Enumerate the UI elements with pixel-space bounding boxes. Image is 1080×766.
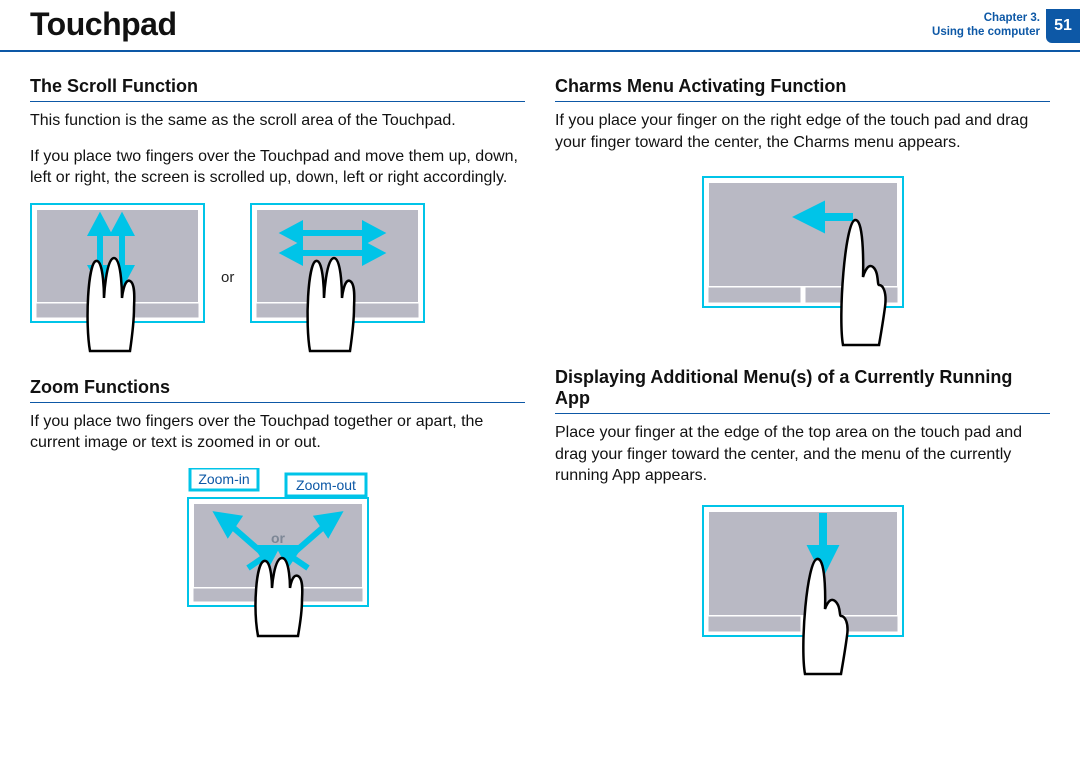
svg-text:or: or xyxy=(271,530,286,546)
touchpad-scroll-horizontal-icon xyxy=(250,203,425,353)
content-columns: The Scroll Function This function is the… xyxy=(0,52,1080,676)
charms-heading: Charms Menu Activating Function xyxy=(555,76,1050,102)
touchpad-charms-icon xyxy=(693,167,913,347)
page-title: Touchpad xyxy=(30,6,177,43)
zoom-paragraph-1: If you place two fingers over the Touchp… xyxy=(30,411,525,454)
chapter-line-2: Using the computer xyxy=(932,26,1040,38)
zoom-figure: or Zoom-in Zoom-out xyxy=(30,468,525,638)
zoom-heading: Zoom Functions xyxy=(30,377,525,403)
page-number-badge: 51 xyxy=(1046,9,1080,43)
scroll-figure-row: or xyxy=(30,203,525,353)
appmenu-heading: Displaying Additional Menu(s) of a Curre… xyxy=(555,367,1050,414)
scroll-paragraph-2: If you place two fingers over the Touchp… xyxy=(30,146,525,189)
scroll-heading: The Scroll Function xyxy=(30,76,525,102)
left-column: The Scroll Function This function is the… xyxy=(30,76,525,676)
charms-figure xyxy=(555,167,1050,347)
charms-paragraph-1: If you place your finger on the right ed… xyxy=(555,110,1050,153)
zoom-out-label: Zoom-out xyxy=(296,477,356,493)
touchpad-appmenu-icon xyxy=(693,501,913,676)
scroll-or-label: or xyxy=(221,269,234,286)
chapter-line-1: Chapter 3. xyxy=(984,12,1040,24)
touchpad-scroll-vertical-icon xyxy=(30,203,205,353)
chapter-text: Chapter 3. Using the computer xyxy=(932,12,1040,40)
zoom-in-label: Zoom-in xyxy=(198,471,249,487)
touchpad-zoom-icon: or Zoom-in Zoom-out xyxy=(158,468,398,638)
page-header: Touchpad Chapter 3. Using the computer 5… xyxy=(0,0,1080,52)
chapter-block: Chapter 3. Using the computer 51 xyxy=(932,6,1080,46)
appmenu-figure xyxy=(555,501,1050,676)
scroll-paragraph-1: This function is the same as the scroll … xyxy=(30,110,525,132)
right-column: Charms Menu Activating Function If you p… xyxy=(555,76,1050,676)
appmenu-paragraph-1: Place your finger at the edge of the top… xyxy=(555,422,1050,487)
